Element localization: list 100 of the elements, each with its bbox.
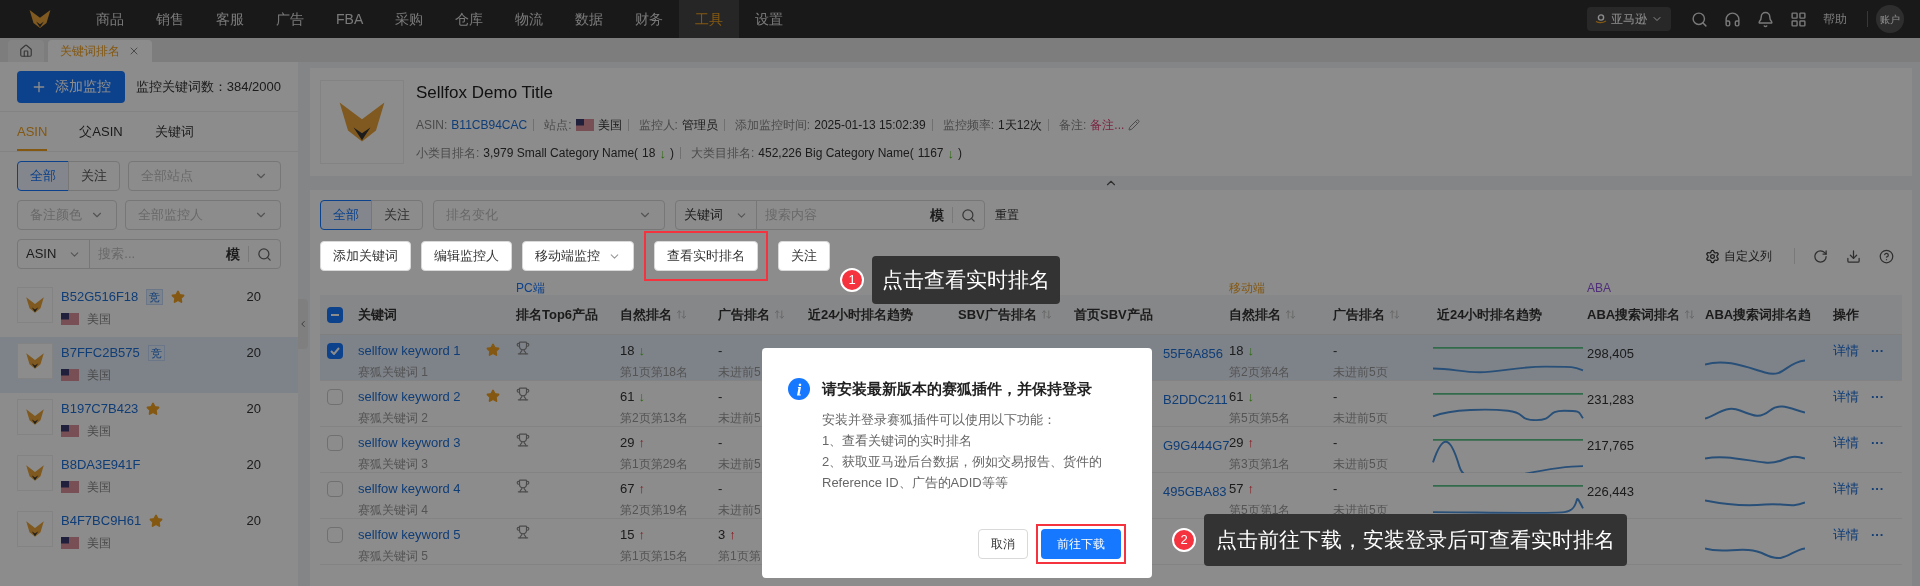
trophy-icon[interactable] [516,479,530,493]
select-all-checkbox[interactable] [327,306,343,323]
toolbar-button[interactable]: 查看实时排名 [654,241,758,271]
meta-value[interactable]: B11CB94CAC [451,115,528,134]
star-icon[interactable] [486,343,500,357]
column-header[interactable]: SBV广告排名 [958,304,1052,325]
reset-link[interactable]: 重置 [995,206,1019,224]
row-checkbox[interactable] [327,527,343,543]
star-icon[interactable] [149,513,164,528]
account-avatar[interactable]: 账户 [1876,5,1904,33]
nav-menu-item[interactable]: 设置 [739,0,800,38]
keyword-link[interactable]: sellfow keyword 2 [358,387,461,407]
edit-icon[interactable] [1128,118,1141,131]
toolbar-button[interactable]: 编辑监控人 [421,241,512,271]
toolbar-button[interactable]: 关注 [778,241,830,271]
cancel-button[interactable]: 取消 [978,529,1028,559]
filter-toggle[interactable]: 全部 [320,200,372,230]
search-icon[interactable] [961,207,976,223]
trophy-icon[interactable] [516,525,530,539]
search-type-select[interactable]: ASIN [26,244,57,264]
column-header[interactable]: 自然排名 [1229,304,1296,325]
asin-link[interactable]: B7FFC2B575 [61,343,140,363]
nav-menu-item[interactable]: 广告 [260,0,320,38]
trophy-icon[interactable] [516,341,530,355]
keyword-link[interactable]: sellfow keyword 3 [358,433,461,453]
asin-link[interactable]: B4F7BC9H61 [61,511,142,531]
column-header[interactable]: 操作 [1833,304,1859,325]
row-checkbox[interactable] [327,481,343,497]
nav-menu-item[interactable]: 工具 [679,0,740,38]
row-checkbox[interactable] [327,389,343,405]
sbv-product-link[interactable]: B2DDC211 [1163,392,1228,407]
collapse-handle[interactable] [298,299,308,349]
nav-menu-item[interactable]: 商品 [80,0,140,38]
grid-icon[interactable] [1790,10,1807,28]
nav-menu-item[interactable]: 客服 [200,0,260,38]
details-link[interactable]: 详情 [1833,479,1859,499]
marketplace-dropdown[interactable]: 亚马逊 [1587,7,1671,31]
sbv-product-link[interactable]: 495GBA83 [1163,484,1227,499]
row-checkbox[interactable] [327,343,343,359]
fuzzy-toggle[interactable]: 模 [218,243,248,265]
sbv-product-link[interactable]: G9G444G7 [1163,438,1230,453]
download-button[interactable]: 前往下载 [1041,529,1121,559]
column-header[interactable]: 广告排名 [1333,304,1400,325]
column-header[interactable]: 近24小时排名趋势 [1437,304,1543,325]
column-header[interactable]: ABA搜索词排名 [1587,304,1696,325]
asin-list-item[interactable]: B7FFC2B575 竞 美国 20 [0,337,298,393]
column-header[interactable]: ABA搜索词排名趋 [1705,304,1812,325]
trophy-icon[interactable] [516,433,530,447]
custom-columns-link[interactable]: 自定义列 [1724,247,1772,265]
nav-menu-item[interactable]: 仓库 [439,0,500,38]
nav-menu-item[interactable]: 财务 [619,0,680,38]
close-icon[interactable] [128,45,140,57]
details-link[interactable]: 详情 [1833,525,1859,545]
fuzzy-toggle[interactable]: 模 [922,204,952,226]
add-monitor-button[interactable]: 添加监控 [17,70,125,103]
search-field-select[interactable]: 关键词 [684,205,723,225]
keyword-link[interactable]: sellfow keyword 4 [358,479,461,499]
column-header[interactable]: 首页SBV产品 [1074,304,1153,325]
more-button[interactable]: ··· [1871,479,1884,499]
asin-list-item[interactable]: B8DA3E941F 美国 20 [0,449,298,505]
headset-icon[interactable] [1724,10,1741,28]
search-icon[interactable] [1691,10,1708,28]
more-button[interactable]: ··· [1871,341,1884,361]
sidebar-filter-toggle[interactable]: 全部 [17,161,69,191]
nav-menu-item[interactable]: FBA [320,0,380,38]
row-checkbox[interactable] [327,435,343,451]
nav-menu-item[interactable]: 销售 [140,0,200,38]
asin-link[interactable]: B197C7B423 [61,399,139,419]
help-icon[interactable] [1879,248,1894,264]
download-icon[interactable] [1846,248,1861,264]
more-button[interactable]: ··· [1871,387,1884,407]
toolbar-button[interactable]: 添加关键词 [320,241,411,271]
sidebar-tab[interactable]: 父ASIN [79,121,123,151]
column-header[interactable]: 关键词 [358,304,397,325]
star-icon[interactable] [171,289,186,304]
sbv-product-link[interactable]: 55F6A856 [1163,346,1223,361]
filter-toggle[interactable]: 关注 [371,200,423,230]
asin-link[interactable]: B8DA3E941F [61,455,141,475]
asin-list-item[interactable]: B52G516F18 竞 美国 20 [0,281,298,337]
star-icon[interactable] [486,389,500,403]
bell-icon[interactable] [1757,10,1774,28]
more-button[interactable]: ··· [1871,525,1884,545]
trophy-icon[interactable] [516,387,530,401]
details-link[interactable]: 详情 [1833,341,1859,361]
column-header[interactable]: 排名Top6产品 [516,304,599,325]
asin-list-item[interactable]: B4F7BC9H61 美国 20 [0,505,298,561]
nav-menu-item[interactable]: 数据 [559,0,620,38]
sidebar-filter-toggle[interactable]: 关注 [68,161,120,191]
search-icon[interactable] [257,246,272,262]
nav-menu-item[interactable]: 物流 [499,0,560,38]
column-header[interactable]: 广告排名 [718,304,785,325]
refresh-icon[interactable] [1813,248,1828,264]
home-icon[interactable] [19,44,33,58]
keyword-link[interactable]: sellfow keyword 1 [358,341,461,361]
details-link[interactable]: 详情 [1833,387,1859,407]
star-icon[interactable] [146,401,161,416]
column-header[interactable]: 自然排名 [620,304,687,325]
sidebar-tab[interactable]: 关键词 [154,121,194,151]
help-link[interactable]: 帮助 [1823,10,1847,28]
more-button[interactable]: ··· [1871,433,1884,453]
